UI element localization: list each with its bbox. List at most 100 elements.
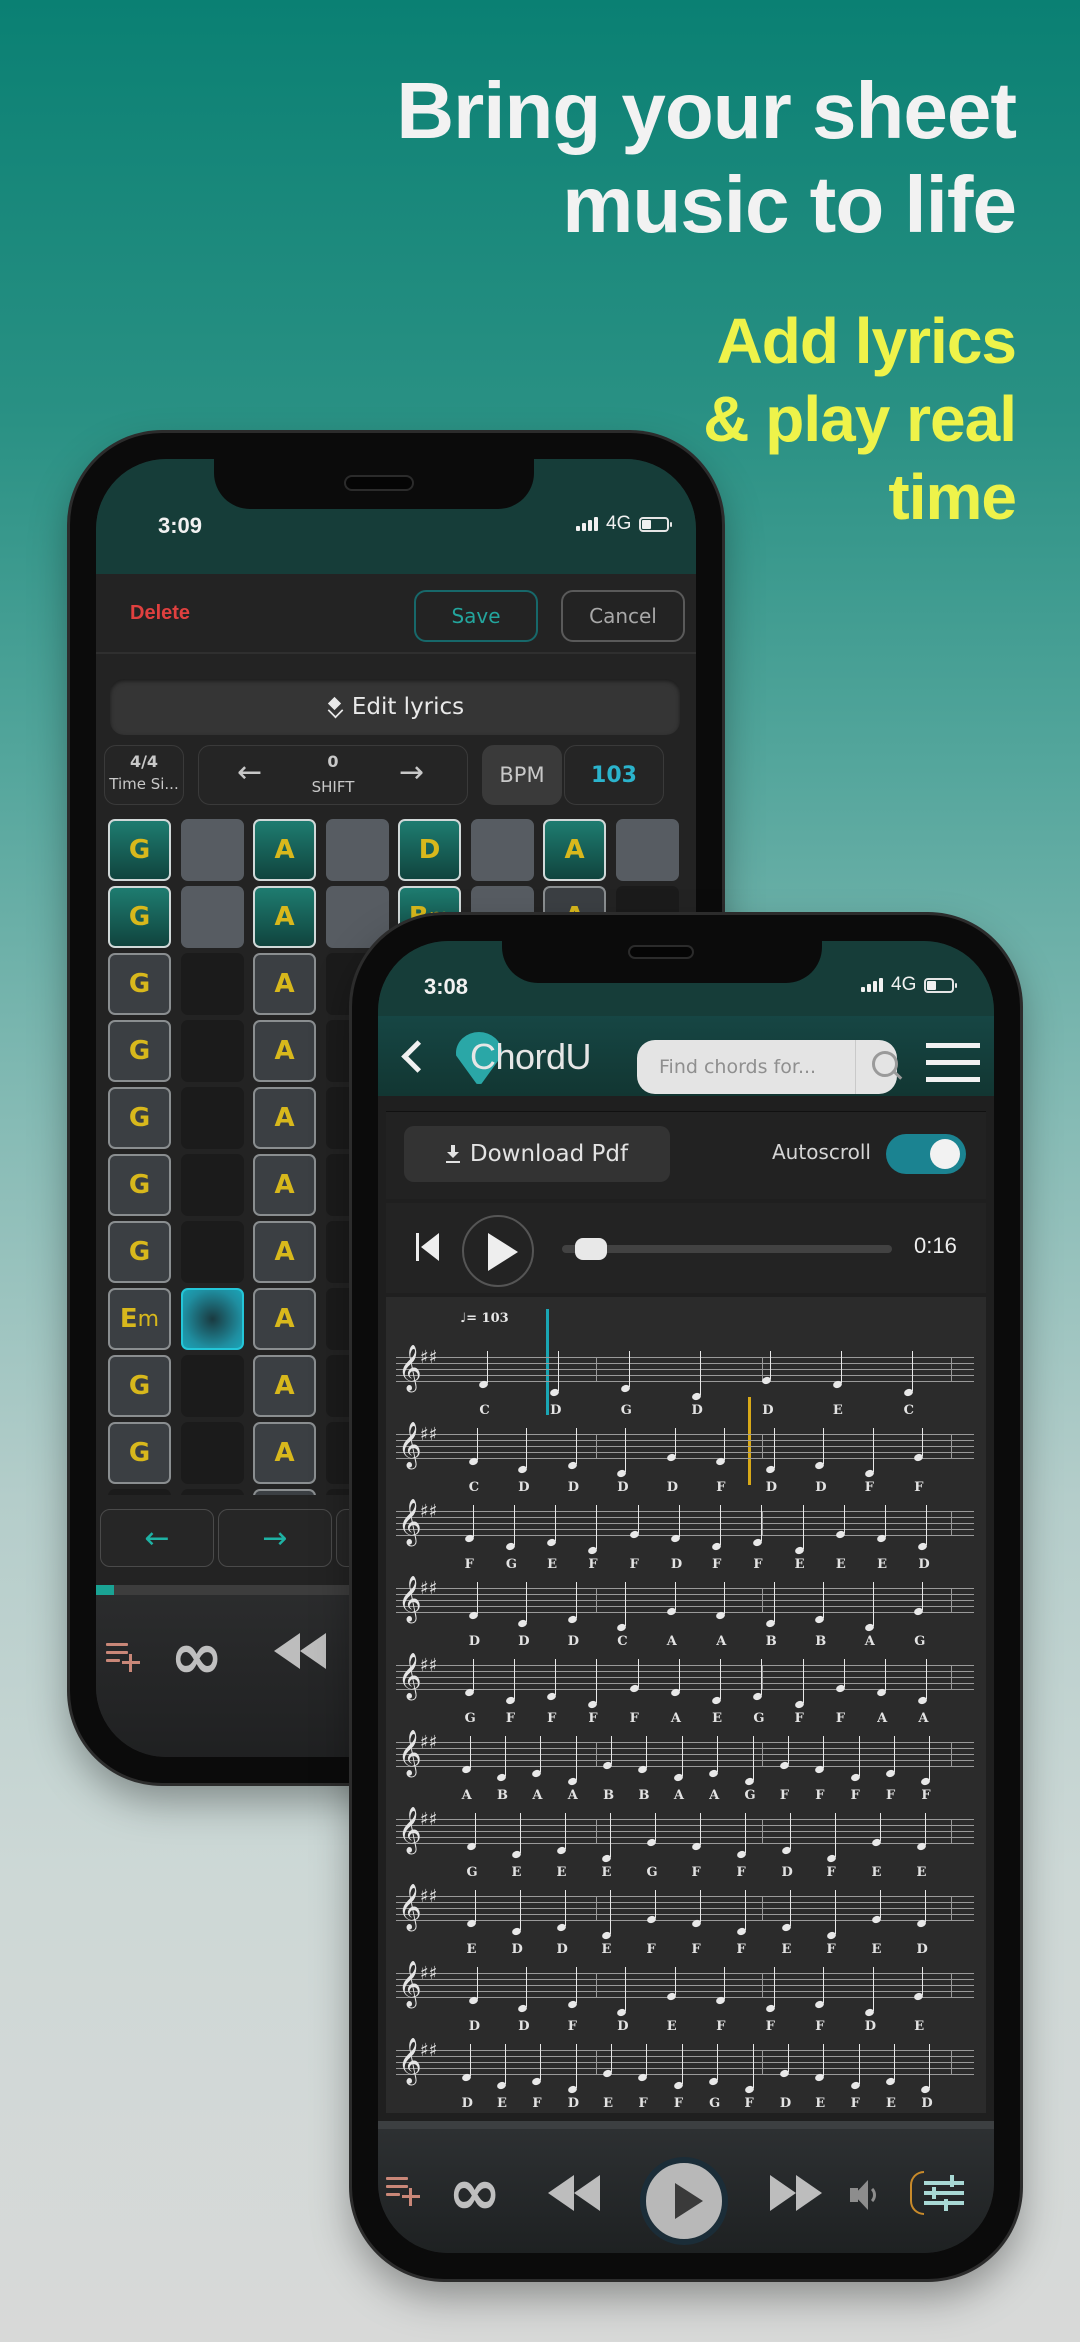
queue-add-icon[interactable] (106, 1643, 146, 1673)
empty-cell[interactable] (180, 1020, 244, 1082)
treble-clef-icon: 𝄞 (398, 1884, 422, 1930)
bpm-value-input[interactable]: 103 (564, 745, 664, 805)
chord-cell[interactable]: D (398, 819, 461, 881)
loop-infinity-icon[interactable]: ∞ (170, 1625, 223, 1689)
chord-cell[interactable]: Em (108, 1288, 171, 1350)
shift-right-arrow-icon[interactable]: → (399, 758, 424, 788)
note-stem (487, 1351, 489, 1383)
empty-cell[interactable] (108, 1489, 171, 1495)
empty-cell[interactable] (180, 1288, 244, 1350)
time-signature-label: Time Si... (109, 775, 179, 793)
chord-cell[interactable]: A (253, 1288, 316, 1350)
note-stem (926, 1659, 928, 1699)
chord-cell[interactable]: G (108, 1355, 171, 1417)
edit-lyrics-button[interactable]: Edit lyrics (110, 679, 680, 735)
chord-cell[interactable]: G (108, 886, 171, 948)
note-stem (476, 1582, 478, 1614)
chord-cell[interactable]: A (253, 1489, 316, 1495)
empty-cell[interactable] (615, 819, 679, 881)
cancel-button[interactable]: Cancel (561, 590, 685, 642)
key-signature: ♯♯ (420, 1578, 438, 1599)
note-stem (843, 1505, 845, 1533)
empty-cell[interactable] (180, 1355, 244, 1417)
previous-button[interactable]: ← (100, 1509, 214, 1567)
note-stem (872, 1428, 874, 1472)
play-icon[interactable] (640, 2157, 728, 2245)
note-stem (526, 1582, 528, 1622)
save-button[interactable]: Save (414, 590, 538, 642)
note-stem (699, 1890, 701, 1922)
note-stem (540, 2044, 542, 2080)
chord-cell[interactable]: A (253, 1355, 316, 1417)
empty-cell[interactable] (180, 1489, 244, 1495)
delete-button[interactable]: Delete (130, 602, 190, 625)
note-name: E (815, 2096, 826, 2111)
note-stem (770, 1351, 772, 1379)
seek-thumb[interactable] (575, 1238, 608, 1260)
empty-cell[interactable] (470, 819, 534, 881)
sheet-music[interactable]: ♩= 103 𝄞 ♯♯ C D G D D E C 𝄞 ♯♯ C D D D D F D D F F 𝄞 ♯♯ F G E F F D F… (386, 1297, 986, 2113)
rewind-icon[interactable] (274, 1633, 326, 1669)
note-stem (823, 1582, 825, 1618)
chord-cell[interactable]: A (253, 886, 316, 948)
chord-cell[interactable]: G (108, 953, 171, 1015)
empty-cell[interactable] (180, 1221, 244, 1283)
staff-lines (396, 1588, 974, 1613)
chord-cell[interactable]: G (108, 1422, 171, 1484)
seek-slider[interactable] (562, 1238, 892, 1260)
chord-cell[interactable]: A (543, 819, 606, 881)
chord-cell[interactable]: G (108, 1221, 171, 1283)
hamburger-menu-icon[interactable] (926, 1043, 980, 1083)
phone-front: 3:08 4G ChordU Download Pdf (352, 915, 1020, 2279)
note-stem (924, 1813, 926, 1845)
chord-cell[interactable]: A (253, 1154, 316, 1216)
search-icon[interactable] (868, 1047, 899, 1087)
download-icon (445, 1145, 460, 1163)
bar-line (762, 1819, 764, 1843)
empty-cell[interactable] (180, 819, 244, 881)
time-signature-selector[interactable]: 4/4 Time Si... (104, 745, 184, 805)
bpm-label: BPM (482, 745, 562, 805)
chord-cell[interactable]: G (108, 819, 171, 881)
volume-icon[interactable] (850, 2179, 884, 2211)
note-name: E (603, 2096, 614, 2111)
note-stem (674, 1582, 676, 1610)
chord-cell[interactable]: G (108, 1154, 171, 1216)
skip-back-icon[interactable] (416, 1233, 442, 1261)
empty-cell[interactable] (180, 1154, 244, 1216)
queue-add-icon[interactable] (386, 2177, 426, 2207)
empty-cell[interactable] (180, 953, 244, 1015)
play-button[interactable] (462, 1215, 534, 1287)
chord-cell[interactable]: A (253, 1087, 316, 1149)
empty-cell[interactable] (180, 1087, 244, 1149)
rewind-icon[interactable] (548, 2175, 600, 2211)
chord-cell[interactable]: G (108, 1020, 171, 1082)
chord-cell[interactable]: A (253, 1020, 316, 1082)
download-pdf-button[interactable]: Download Pdf (404, 1126, 670, 1182)
next-button[interactable]: → (218, 1509, 332, 1567)
treble-clef-icon: 𝄞 (398, 1961, 422, 2007)
back-chevron-icon[interactable] (396, 1034, 426, 1078)
fast-forward-icon[interactable] (770, 2175, 822, 2211)
note-stem (922, 1582, 924, 1610)
staff-lines (396, 1973, 974, 1998)
chord-cell[interactable]: A (253, 819, 316, 881)
autoscroll-toggle[interactable] (886, 1134, 966, 1174)
empty-cell[interactable] (325, 886, 389, 948)
loop-infinity-icon[interactable]: ∞ (448, 2161, 501, 2225)
chord-cell[interactable]: A (253, 1422, 316, 1484)
note-name: F (673, 2096, 684, 2111)
chord-cell[interactable]: A (253, 953, 316, 1015)
empty-cell[interactable] (325, 819, 389, 881)
equalizer-icon[interactable] (924, 2175, 964, 2211)
search-input[interactable] (659, 1056, 855, 1078)
empty-cell[interactable] (180, 1422, 244, 1484)
chord-cell[interactable]: G (108, 1087, 171, 1149)
empty-cell[interactable] (180, 886, 244, 948)
treble-clef-icon: 𝄞 (398, 1730, 422, 1776)
phone-notch (502, 915, 822, 983)
chord-cell[interactable]: A (253, 1221, 316, 1283)
toggle-knob (930, 1139, 960, 1169)
chordu-logo[interactable]: ChordU (456, 1032, 592, 1084)
note-stem (596, 1659, 598, 1703)
